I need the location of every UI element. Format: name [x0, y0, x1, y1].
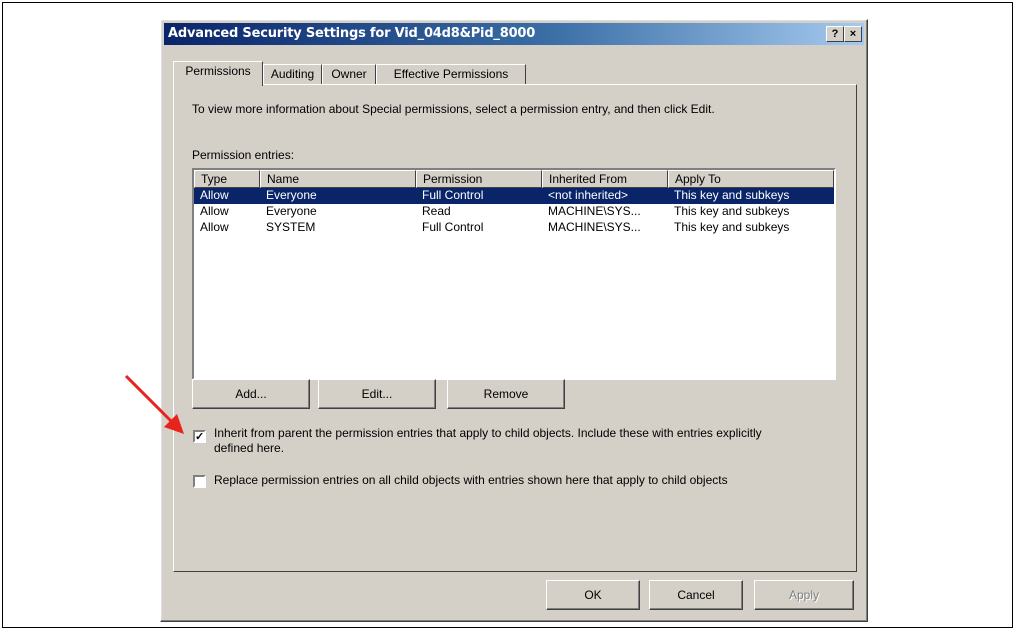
remove-button[interactable]: Remove: [447, 379, 565, 409]
edit-button[interactable]: Edit...: [318, 379, 436, 409]
inherit-checkbox-label-line1: Inherit from parent the permission entri…: [214, 426, 762, 440]
cell-name: SYSTEM: [266, 220, 316, 234]
tab-owner[interactable]: Owner: [322, 64, 376, 84]
tab-auditing[interactable]: Auditing: [263, 64, 322, 84]
permission-entries-list[interactable]: Type Name Permission Inherited From Appl…: [192, 168, 836, 380]
cell-inherited-from: <not inherited>: [548, 188, 629, 202]
table-row[interactable]: Allow SYSTEM Full Control MACHINE\SYS...…: [194, 220, 834, 236]
tab-effective-permissions[interactable]: Effective Permissions: [376, 64, 526, 84]
cell-type: Allow: [200, 220, 229, 234]
advanced-security-dialog: Advanced Security Settings for Vid_04d8&…: [160, 19, 868, 622]
cell-permission: Full Control: [422, 220, 484, 234]
cell-permission: Full Control: [422, 188, 484, 202]
cell-apply-to: This key and subkeys: [674, 204, 790, 218]
ok-button[interactable]: OK: [546, 580, 640, 610]
window-title: Advanced Security Settings for Vid_04d8&…: [168, 26, 536, 41]
column-header-type[interactable]: Type: [194, 170, 260, 188]
cell-name: Everyone: [266, 188, 317, 202]
cell-name: Everyone: [266, 204, 317, 218]
cell-type: Allow: [200, 204, 229, 218]
inherit-checkbox-label-line2: defined here.: [214, 441, 285, 455]
replace-checkbox-label: Replace permission entries on all child …: [214, 473, 728, 487]
help-button[interactable]: ?: [826, 26, 844, 42]
cell-apply-to: This key and subkeys: [674, 220, 790, 234]
cancel-button[interactable]: Cancel: [649, 580, 743, 610]
apply-button[interactable]: Apply: [754, 580, 854, 610]
cell-permission: Read: [422, 204, 451, 218]
table-row[interactable]: Allow Everyone Read MACHINE\SYS... This …: [194, 204, 834, 220]
column-header-name[interactable]: Name: [260, 170, 416, 188]
cell-apply-to: This key and subkeys: [674, 188, 790, 202]
column-header-inherited-from[interactable]: Inherited From: [542, 170, 668, 188]
annotation-arrow-icon: [124, 374, 184, 434]
add-button[interactable]: Add...: [192, 379, 310, 409]
inherit-checkbox[interactable]: ✓: [193, 430, 206, 443]
list-header: Type Name Permission Inherited From Appl…: [194, 170, 834, 188]
column-header-apply-to[interactable]: Apply To: [668, 170, 834, 188]
table-row[interactable]: Allow Everyone Full Control <not inherit…: [194, 188, 834, 204]
permission-entries-label: Permission entries:: [192, 148, 295, 162]
cell-type: Allow: [200, 188, 229, 202]
column-header-permission[interactable]: Permission: [416, 170, 542, 188]
tab-permissions[interactable]: Permissions: [173, 61, 263, 86]
cell-inherited-from: MACHINE\SYS...: [548, 220, 641, 234]
replace-checkbox[interactable]: [193, 475, 206, 488]
info-text: To view more information about Special p…: [192, 102, 715, 116]
cell-inherited-from: MACHINE\SYS...: [548, 204, 641, 218]
close-button[interactable]: ×: [844, 26, 862, 42]
title-bar[interactable]: Advanced Security Settings for Vid_04d8&…: [164, 23, 864, 45]
